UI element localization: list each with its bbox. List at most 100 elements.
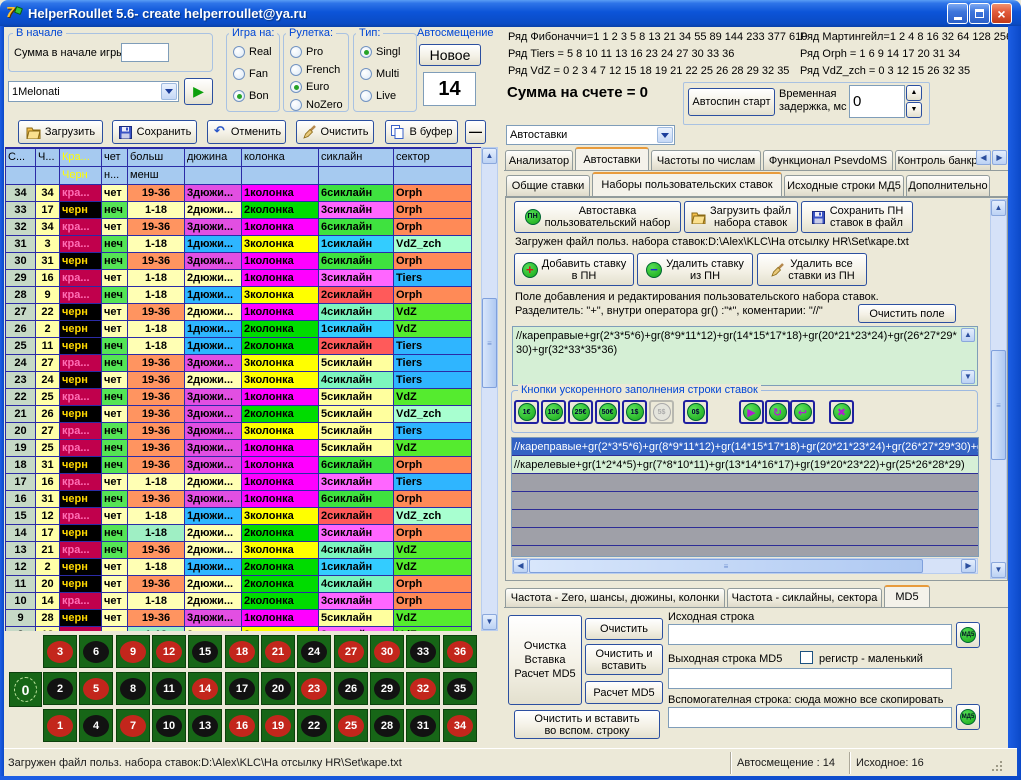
cell-color[interactable]: черн — [60, 406, 102, 423]
add-bet-button[interactable]: +Добавить ставку в ПН — [514, 253, 634, 286]
board-cell-34[interactable]: 34 — [443, 709, 477, 742]
cell-number[interactable]: 28 — [36, 610, 60, 627]
cell-dozen[interactable]: 1дюжи... — [185, 559, 242, 576]
md5-clear-insert-button[interactable]: Очистить и вставить — [585, 644, 663, 675]
cell-sector[interactable]: Orph — [394, 593, 472, 610]
cell-color[interactable]: кра... — [60, 236, 102, 253]
cell-column[interactable]: 3колонка — [242, 423, 319, 440]
cell-number[interactable]: 26 — [36, 406, 60, 423]
radio-option-pro[interactable]: Pro — [290, 46, 323, 58]
bet-list-item[interactable]: //кареправые+gr(2*3*5*6)+gr(8*9*11*12)+g… — [512, 438, 978, 456]
cell-column[interactable]: 1колонка — [242, 474, 319, 491]
cell-range[interactable]: 1-18 — [128, 338, 185, 355]
cell-sector[interactable]: Tiers — [394, 474, 472, 491]
cell-sector[interactable]: Orph — [394, 525, 472, 542]
radio-option-euro[interactable]: Euro — [290, 81, 329, 93]
cell-dozen[interactable]: 2дюжи... — [185, 304, 242, 321]
cell-range[interactable]: 1-18 — [128, 474, 185, 491]
cell-parity[interactable]: неч — [102, 457, 128, 474]
cell-color[interactable]: кра... — [60, 355, 102, 372]
cell-spin[interactable]: 20 — [6, 423, 36, 440]
board-cell-32[interactable]: 32 — [406, 672, 440, 705]
board-cell-33[interactable]: 33 — [406, 635, 440, 668]
board-cell-6[interactable]: 6 — [79, 635, 113, 668]
radio-option-real[interactable]: Real — [233, 46, 272, 58]
cell-sixline[interactable]: 6сиклайн — [319, 457, 394, 474]
board-cell-12[interactable]: 12 — [152, 635, 186, 668]
cell-sixline[interactable]: 5сиклайн — [319, 610, 394, 627]
cell-spin[interactable]: 12 — [6, 559, 36, 576]
md5-aux-clear-insert-button[interactable]: Очистить и вставить во вспом. строку — [514, 710, 660, 739]
cell-column[interactable]: 2колонка — [242, 593, 319, 610]
cell-range[interactable]: 19-36 — [128, 253, 185, 270]
bet-edit-field[interactable]: //кареправые+gr(2*3*5*6)+gr(8*9*11*12)+g… — [512, 326, 978, 386]
cell-range[interactable]: 1-18 — [128, 287, 185, 304]
chip-25eur-button[interactable]: 25€ — [568, 400, 593, 424]
bets-panel-vscrollbar[interactable]: ▲ ≡ ▼ — [990, 199, 1007, 579]
cell-range[interactable]: 19-36 — [128, 304, 185, 321]
board-cell-31[interactable]: 31 — [406, 709, 440, 742]
tab-bottom-1[interactable]: Частота - Zero, шансы, дюжины, колонки — [505, 588, 725, 607]
cell-spin[interactable]: 28 — [6, 287, 36, 304]
cell-spin[interactable]: 34 — [6, 185, 36, 202]
cell-sixline[interactable]: 5сиклайн — [319, 423, 394, 440]
autobet-user-set-button[interactable]: ПНАвтоставка пользовательский набор — [514, 201, 681, 233]
board-cell-2[interactable]: 2 — [43, 672, 77, 705]
cell-sixline[interactable]: 2сиклайн — [319, 287, 394, 304]
register-checkbox[interactable] — [800, 651, 813, 664]
cell-number[interactable]: 27 — [36, 423, 60, 440]
board-cell-19[interactable]: 19 — [261, 709, 295, 742]
cell-number[interactable]: 11 — [36, 338, 60, 355]
cell-sector[interactable]: VdZ — [394, 321, 472, 338]
remove-bet-button[interactable]: −Удалить ставку из ПН — [637, 253, 753, 286]
scroll-up-icon[interactable]: ▲ — [482, 148, 497, 164]
preset-combo[interactable]: 1Melonati — [8, 81, 179, 102]
board-cell-18[interactable]: 18 — [225, 635, 259, 668]
md5-aux-input[interactable] — [668, 707, 952, 728]
cell-dozen[interactable]: 2дюжи... — [185, 202, 242, 219]
board-cell-13[interactable]: 13 — [188, 709, 222, 742]
cell-column[interactable]: 1колонка — [242, 185, 319, 202]
cell-number[interactable]: 25 — [36, 440, 60, 457]
cell-parity[interactable]: чет — [102, 559, 128, 576]
cell-sector[interactable]: VdZ — [394, 610, 472, 627]
radio-option-singl[interactable]: Singl — [360, 46, 400, 58]
tab-sub-1[interactable]: Общие ставки — [506, 175, 590, 196]
cell-dozen[interactable]: 3дюжи... — [185, 253, 242, 270]
cell-parity[interactable]: чет — [102, 321, 128, 338]
maximize-button[interactable] — [969, 3, 990, 24]
cell-sector[interactable]: Tiers — [394, 355, 472, 372]
board-cell-10[interactable]: 10 — [152, 709, 186, 742]
star-chip-button[interactable]: ✖ — [829, 400, 854, 424]
cell-parity[interactable]: чет — [102, 576, 128, 593]
cell-column[interactable]: 1колонка — [242, 219, 319, 236]
chip-50eur-button[interactable]: 50€ — [595, 400, 620, 424]
board-cell-26[interactable]: 26 — [334, 672, 368, 705]
cell-color[interactable]: черн — [60, 202, 102, 219]
tab-main-3[interactable]: Частоты по числам — [651, 150, 761, 170]
cell-parity[interactable]: чет — [102, 508, 128, 525]
chip-1usd-button[interactable]: 1$ — [622, 400, 647, 424]
cell-color[interactable]: кра... — [60, 389, 102, 406]
cell-spin[interactable]: 24 — [6, 355, 36, 372]
cell-spin[interactable]: 25 — [6, 338, 36, 355]
cell-column[interactable]: 2колонка — [242, 576, 319, 593]
board-cell-24[interactable]: 24 — [297, 635, 331, 668]
cell-dozen[interactable]: 2дюжи... — [185, 576, 242, 593]
toolbar-undo-button[interactable]: ↶Отменить — [207, 120, 286, 144]
board-cell-15[interactable]: 15 — [188, 635, 222, 668]
bet-list-item[interactable] — [512, 528, 978, 546]
cell-color[interactable]: черн — [60, 457, 102, 474]
cell-number[interactable]: 12 — [36, 508, 60, 525]
delay-up-icon[interactable]: ▲ — [906, 85, 922, 101]
cell-sixline[interactable]: 3сиклайн — [319, 270, 394, 287]
cell-sixline[interactable]: 3сиклайн — [319, 525, 394, 542]
tab-scroll-right-icon[interactable]: ▶ — [992, 150, 1007, 165]
cell-color[interactable]: черн — [60, 253, 102, 270]
cell-number[interactable]: 17 — [36, 202, 60, 219]
cell-range[interactable]: 1-18 — [128, 525, 185, 542]
board-cell-20[interactable]: 20 — [261, 672, 295, 705]
delay-input[interactable]: 0 — [849, 85, 905, 118]
cell-range[interactable]: 19-36 — [128, 185, 185, 202]
cell-sector[interactable]: VdZ — [394, 559, 472, 576]
